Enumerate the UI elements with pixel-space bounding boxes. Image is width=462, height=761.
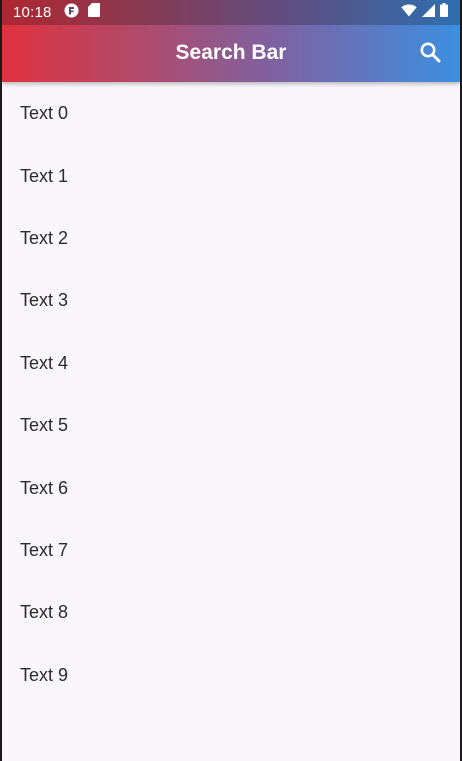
app-notification-icon	[64, 3, 79, 23]
wifi-icon	[401, 4, 417, 22]
list-item[interactable]: Text 3	[2, 269, 460, 331]
search-button[interactable]	[410, 34, 450, 74]
list-item[interactable]: Text 6	[2, 456, 460, 518]
list-item[interactable]: Text 1	[2, 144, 460, 206]
app-header: 10:18 Search Bar	[2, 0, 460, 82]
sd-card-icon	[88, 3, 100, 22]
list-item[interactable]: Text 9	[2, 644, 460, 706]
list-item-label: Text 3	[20, 290, 69, 311]
list-item[interactable]: Text 4	[2, 332, 460, 394]
list-item[interactable]: Text 2	[2, 207, 460, 269]
list-item-label: Text 8	[20, 602, 69, 623]
list-item-label: Text 1	[20, 165, 69, 186]
list-item-label: Text 0	[20, 103, 69, 124]
status-bar: 10:18	[2, 0, 460, 25]
list-item[interactable]: Text 0	[2, 82, 460, 144]
app-bar-title: Search Bar	[175, 41, 287, 64]
list-item[interactable]: Text 7	[2, 519, 460, 581]
list-item-label: Text 7	[20, 539, 69, 560]
list-item[interactable]: Text 8	[2, 581, 460, 643]
list-item-label: Text 5	[20, 415, 69, 436]
phone-screen: 10:18 Search Bar Text 0 Text 1 Text 2 Te…	[0, 0, 462, 761]
list-item[interactable]: Text 5	[2, 394, 460, 456]
search-icon	[419, 41, 441, 68]
battery-icon	[440, 3, 448, 22]
list-item-label: Text 4	[20, 352, 69, 373]
list-item-label: Text 6	[20, 477, 69, 498]
list-item-label: Text 9	[20, 664, 69, 685]
cell-signal-icon	[422, 3, 435, 22]
list-item-label: Text 2	[20, 227, 69, 248]
status-time: 10:18	[13, 4, 52, 21]
text-list: Text 0 Text 1 Text 2 Text 3 Text 4 Text …	[2, 82, 460, 706]
